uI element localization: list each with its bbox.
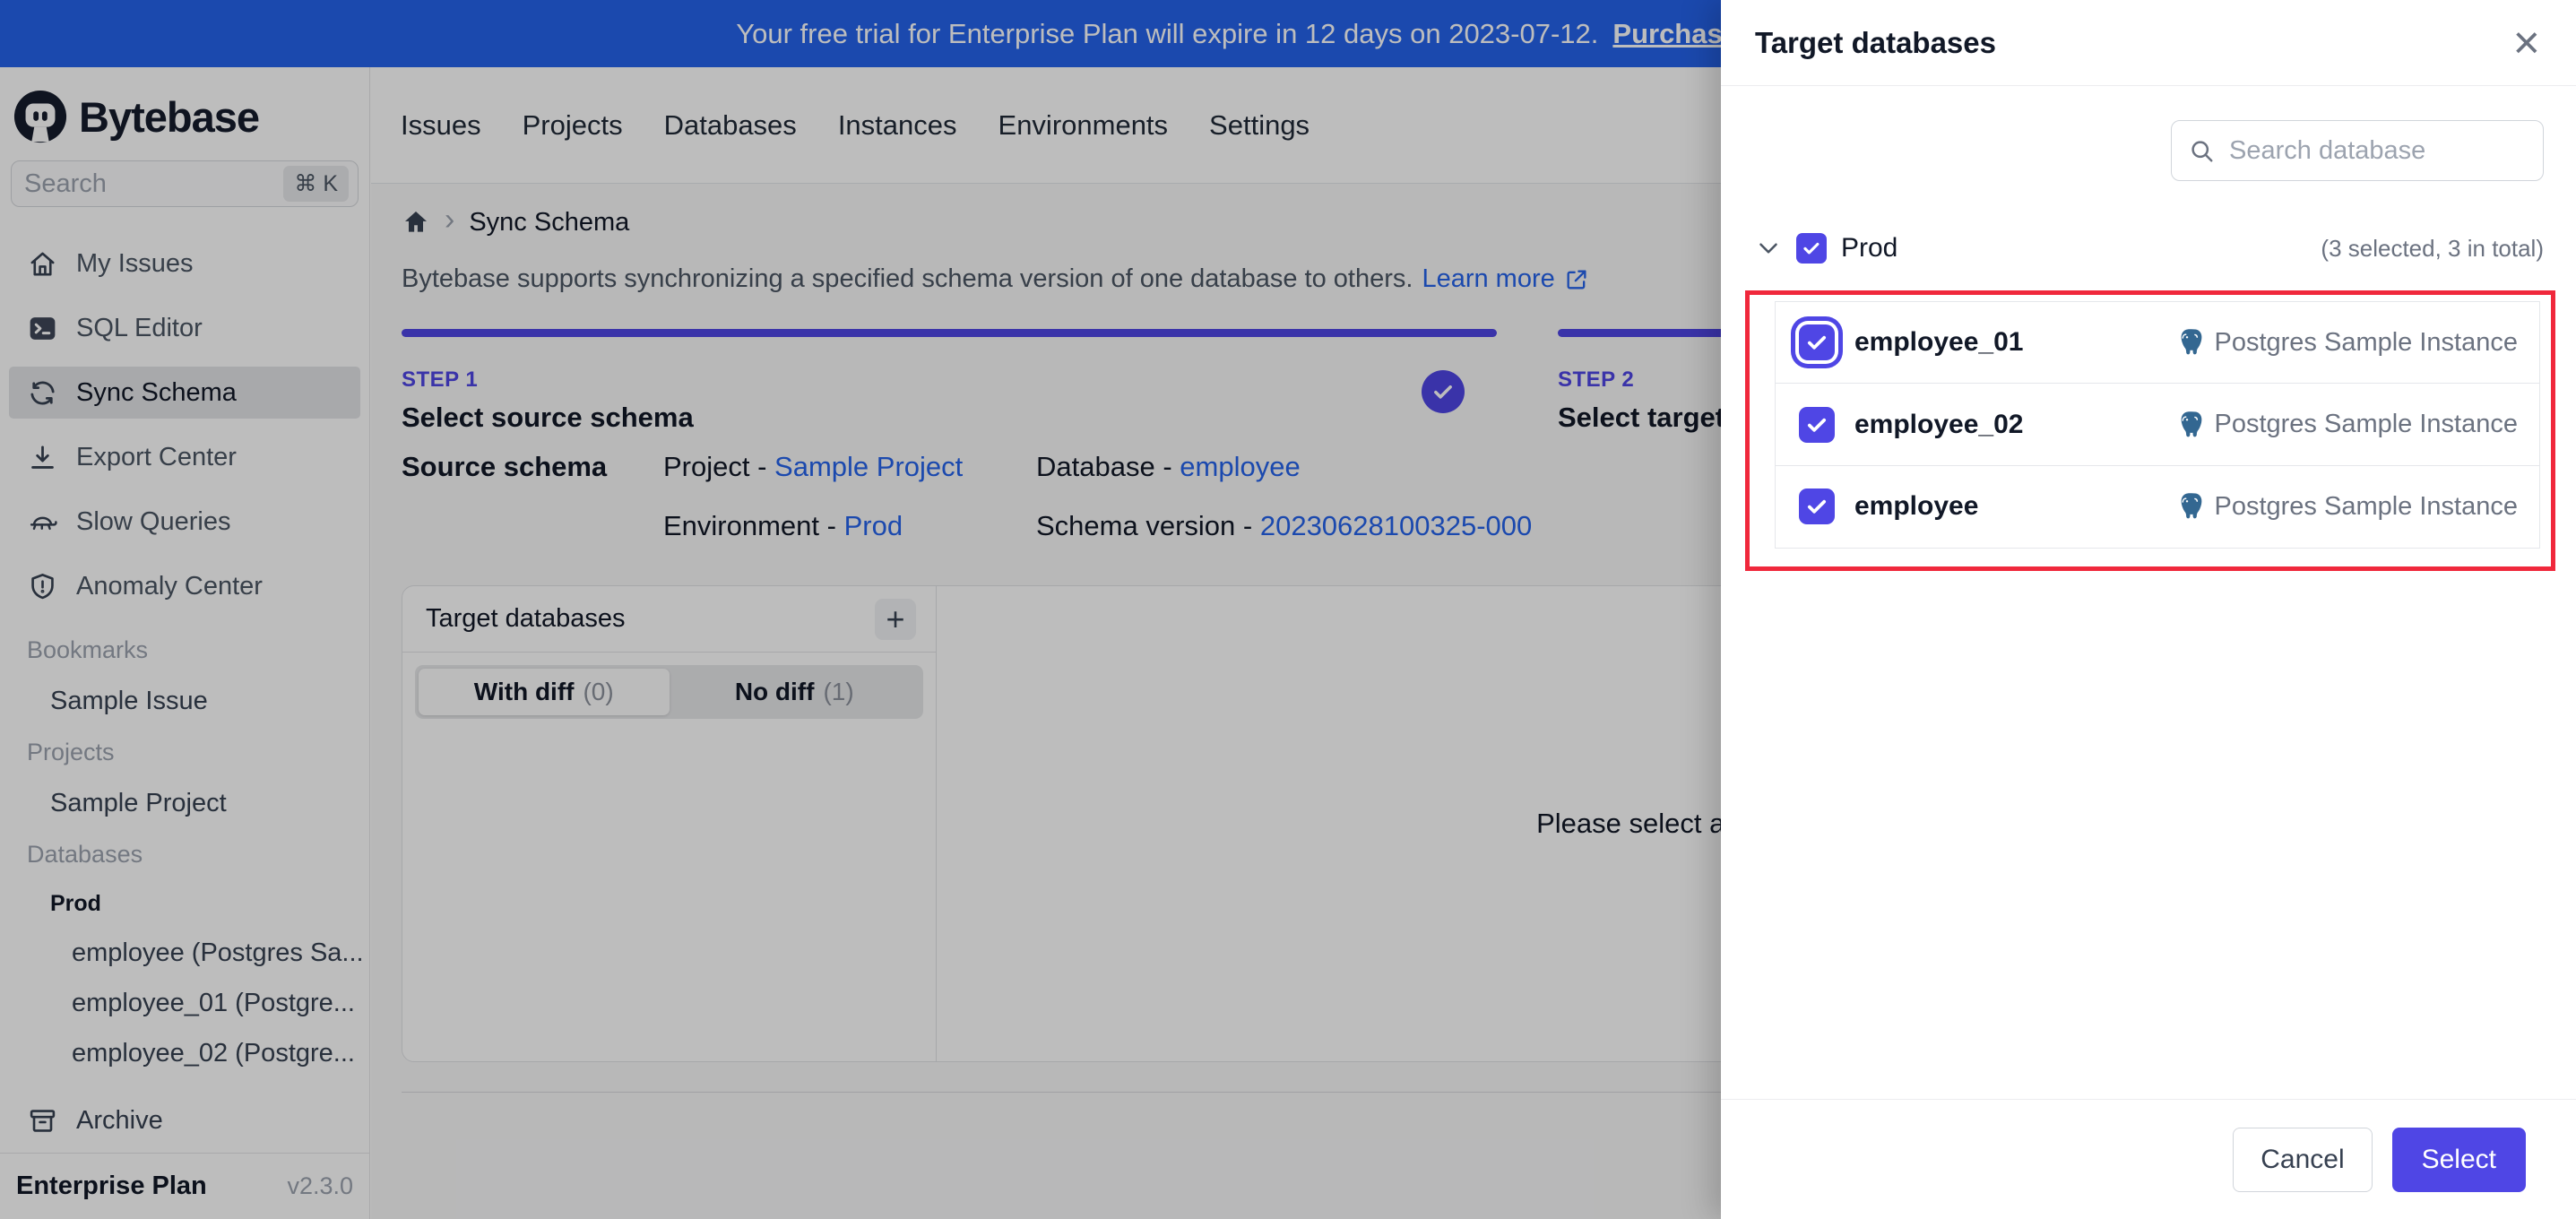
database-search-input[interactable]: [2229, 135, 2498, 166]
drawer-footer: Cancel Select: [1721, 1099, 2576, 1219]
drawer-header: Target databases ×: [1721, 0, 2576, 86]
database-row[interactable]: employee_01 Postgres Sample Instance: [1775, 300, 2540, 385]
database-instance: Postgres Sample Instance: [2173, 490, 2518, 523]
app-screen: Your free trial for Enterprise Plan will…: [0, 0, 2576, 1219]
instance-name: Postgres Sample Instance: [2214, 327, 2518, 357]
database-instance: Postgres Sample Instance: [2173, 326, 2518, 359]
row-checkbox[interactable]: [1799, 324, 1835, 360]
instance-name: Postgres Sample Instance: [2214, 491, 2518, 521]
check-icon: [1807, 418, 1827, 432]
check-icon: [1807, 335, 1827, 350]
database-name: employee: [1854, 491, 1979, 521]
instance-name: Postgres Sample Instance: [2214, 410, 2518, 438]
group-selection-summary: (3 selected, 3 in total): [2321, 234, 2544, 262]
database-name: employee_02: [1854, 409, 2024, 439]
check-icon: [1807, 499, 1827, 514]
database-row[interactable]: employee_02 Postgres Sample Instance: [1775, 383, 2540, 466]
chevron-down-icon[interactable]: [1753, 233, 1784, 264]
annotation-highlight-box: employee_01 Postgres Sample Instance emp…: [1745, 290, 2555, 571]
select-button[interactable]: Select: [2391, 1127, 2526, 1192]
cancel-button[interactable]: Cancel: [2233, 1127, 2373, 1192]
close-icon[interactable]: ×: [2513, 20, 2540, 66]
database-name: employee_01: [1854, 327, 2024, 357]
environment-group-row: Prod (3 selected, 3 in total): [1753, 228, 2544, 269]
drawer-body: Prod (3 selected, 3 in total) employee_0…: [1721, 120, 2576, 571]
check-icon: [1803, 242, 1820, 255]
postgres-icon: [2182, 411, 2202, 437]
drawer-title: Target databases: [1755, 25, 1996, 59]
row-checkbox[interactable]: [1799, 406, 1835, 443]
postgres-icon: [2182, 493, 2202, 519]
group-checkbox[interactable]: [1796, 233, 1827, 264]
database-instance: Postgres Sample Instance: [2173, 409, 2518, 441]
group-name: Prod: [1841, 233, 1898, 263]
database-search-box[interactable]: [2171, 120, 2544, 181]
search-icon: [2191, 141, 2213, 162]
row-checkbox[interactable]: [1799, 488, 1835, 524]
database-row[interactable]: employee Postgres Sample Instance: [1775, 464, 2540, 549]
target-databases-drawer: Target databases × Prod (3 selected, 3 i…: [1721, 0, 2576, 1219]
postgres-icon: [2182, 329, 2202, 355]
